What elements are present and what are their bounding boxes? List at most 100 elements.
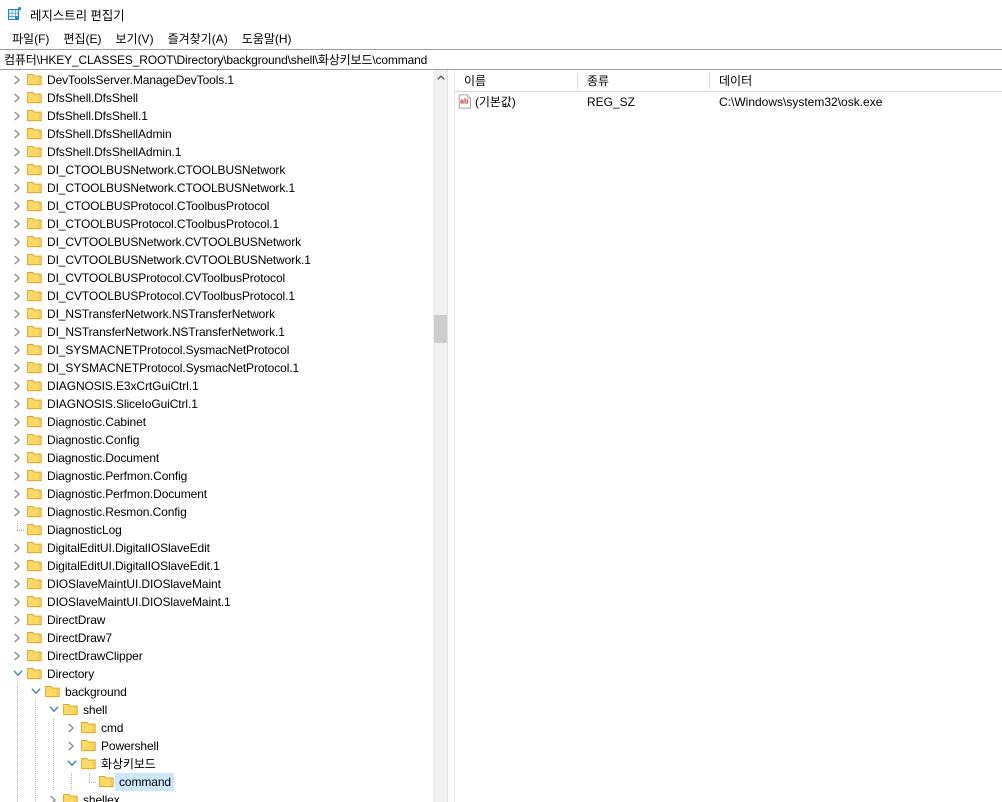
tree-item[interactable]: DIAGNOSIS.E3xCrtGuiCtrl.1 [0,377,434,395]
chevron-right-icon[interactable] [10,89,26,107]
chevron-right-icon[interactable] [10,287,26,305]
tree-item[interactable]: DigitalEditUI.DigitalIOSlaveEdit.1 [0,557,434,575]
tree-item[interactable]: Diagnostic.Document [0,449,434,467]
chevron-right-icon[interactable] [10,395,26,413]
tree-item[interactable]: DIAGNOSIS.SliceIoGuiCtrl.1 [0,395,434,413]
tree-item[interactable]: DfsShell.DfsShellAdmin [0,125,434,143]
tree-item[interactable]: 화상키보드 [0,755,434,773]
chevron-down-icon[interactable] [64,755,80,773]
menu-edit[interactable]: 편집(E) [57,28,107,49]
chevron-right-icon[interactable] [10,269,26,287]
chevron-right-icon[interactable] [10,503,26,521]
chevron-right-icon[interactable] [10,629,26,647]
tree-item[interactable]: DfsShell.DfsShell.1 [0,107,434,125]
chevron-down-icon[interactable] [46,701,62,719]
chevron-right-icon[interactable] [10,539,26,557]
tree-item[interactable]: DI_CVTOOLBUSProtocol.CVToolbusProtocol [0,269,434,287]
chevron-right-icon[interactable] [10,485,26,503]
menu-view[interactable]: 보기(V) [109,28,159,49]
values-list[interactable]: ab (기본값) REG_SZ C:\Windows\system32\osk.exe [455,92,1002,112]
scroll-up-button[interactable] [434,70,448,85]
tree-item[interactable]: DI_NSTransferNetwork.NSTransferNetwork.1 [0,323,434,341]
chevron-right-icon[interactable] [10,557,26,575]
chevron-right-icon[interactable] [46,791,62,802]
chevron-right-icon[interactable] [10,125,26,143]
tree-item-label: DI_CTOOLBUSProtocol.CToolbusProtocol [47,199,270,213]
tree-item[interactable]: DfsShell.DfsShellAdmin.1 [0,143,434,161]
tree-item[interactable]: Diagnostic.Perfmon.Document [0,485,434,503]
chevron-down-icon[interactable] [10,665,26,683]
tree-item[interactable]: cmd [0,719,434,737]
menu-file[interactable]: 파일(F) [6,28,55,49]
chevron-right-icon[interactable] [10,359,26,377]
chevron-right-icon[interactable] [10,215,26,233]
tree-item[interactable]: DI_NSTransferNetwork.NSTransferNetwork [0,305,434,323]
menu-help[interactable]: 도움말(H) [236,28,298,49]
scroll-thumb[interactable] [434,315,448,343]
chevron-right-icon[interactable] [10,611,26,629]
chevron-right-icon[interactable] [10,431,26,449]
tree-item-selected[interactable]: command [0,773,434,791]
tree-item[interactable]: DI_CTOOLBUSNetwork.CTOOLBUSNetwork [0,161,434,179]
registry-tree[interactable]: DevToolsServer.ManageDevTools.1 DfsShell.… [0,70,434,802]
chevron-right-icon[interactable] [64,737,80,755]
chevron-right-icon[interactable] [10,647,26,665]
tree-item[interactable]: Diagnostic.Perfmon.Config [0,467,434,485]
tree-item[interactable]: DirectDrawClipper [0,647,434,665]
tree-item[interactable]: Powershell [0,737,434,755]
tree-item[interactable]: DI_CTOOLBUSProtocol.CToolbusProtocol.1 [0,215,434,233]
chevron-right-icon[interactable] [10,233,26,251]
chevron-down-icon[interactable] [28,683,44,701]
tree-item[interactable]: DI_CVTOOLBUSNetwork.CVTOOLBUSNetwork.1 [0,251,434,269]
column-header-data[interactable]: 데이터 [710,70,1002,92]
column-header-name[interactable]: 이름 [455,70,578,92]
chevron-right-icon[interactable] [10,593,26,611]
tree-item[interactable]: shell [0,701,434,719]
chevron-right-icon[interactable] [10,143,26,161]
tree-item[interactable]: DI_CVTOOLBUSNetwork.CVTOOLBUSNetwork [0,233,434,251]
chevron-right-icon[interactable] [10,341,26,359]
chevron-right-icon[interactable] [10,467,26,485]
chevron-right-icon[interactable] [10,197,26,215]
tree-item[interactable]: DI_CTOOLBUSNetwork.CTOOLBUSNetwork.1 [0,179,434,197]
folder-icon [62,701,78,719]
tree-item[interactable]: shellex [0,791,434,802]
tree-item[interactable]: DIOSlaveMaintUI.DIOSlaveMaint [0,575,434,593]
chevron-right-icon[interactable] [10,575,26,593]
chevron-right-icon[interactable] [10,251,26,269]
menu-favorites[interactable]: 즐겨찾기(A) [162,28,234,49]
chevron-right-icon[interactable] [10,161,26,179]
chevron-right-icon[interactable] [10,377,26,395]
tree-item[interactable]: background [0,683,434,701]
tree-item[interactable]: Directory [0,665,434,683]
chevron-right-icon[interactable] [10,449,26,467]
chevron-right-icon[interactable] [10,305,26,323]
chevron-right-icon[interactable] [64,719,80,737]
tree-item[interactable]: DigitalEditUI.DigitalIOSlaveEdit [0,539,434,557]
chevron-right-icon[interactable] [10,107,26,125]
tree-item[interactable]: DirectDraw [0,611,434,629]
folder-icon [26,125,42,143]
tree-item[interactable]: DiagnosticLog [0,521,434,539]
chevron-right-icon[interactable] [10,71,26,89]
tree-item[interactable]: DI_CVTOOLBUSProtocol.CVToolbusProtocol.1 [0,287,434,305]
tree-item[interactable]: DI_SYSMACNETProtocol.SysmacNetProtocol [0,341,434,359]
tree-item[interactable]: DirectDraw7 [0,629,434,647]
tree-item[interactable]: DI_CTOOLBUSProtocol.CToolbusProtocol [0,197,434,215]
chevron-right-icon[interactable] [10,323,26,341]
tree-item[interactable]: Diagnostic.Cabinet [0,413,434,431]
column-header-type[interactable]: 종류 [578,70,710,92]
chevron-right-icon[interactable] [10,413,26,431]
tree-item[interactable]: DI_SYSMACNETProtocol.SysmacNetProtocol.1 [0,359,434,377]
pane-splitter[interactable] [447,70,454,802]
tree-item[interactable]: DfsShell.DfsShell [0,89,434,107]
tree-item[interactable]: DIOSlaveMaintUI.DIOSlaveMaint.1 [0,593,434,611]
tree-item[interactable]: Diagnostic.Resmon.Config [0,503,434,521]
tree-item[interactable]: DevToolsServer.ManageDevTools.1 [0,71,434,89]
chevron-right-icon[interactable] [10,179,26,197]
address-bar[interactable]: 컴퓨터\HKEY_CLASSES_ROOT\Directory\backgrou… [0,49,1002,70]
value-row[interactable]: ab (기본값) REG_SZ C:\Windows\system32\osk.exe [455,92,1002,112]
tree-vertical-scrollbar[interactable] [433,70,448,802]
tree-item[interactable]: Diagnostic.Config [0,431,434,449]
